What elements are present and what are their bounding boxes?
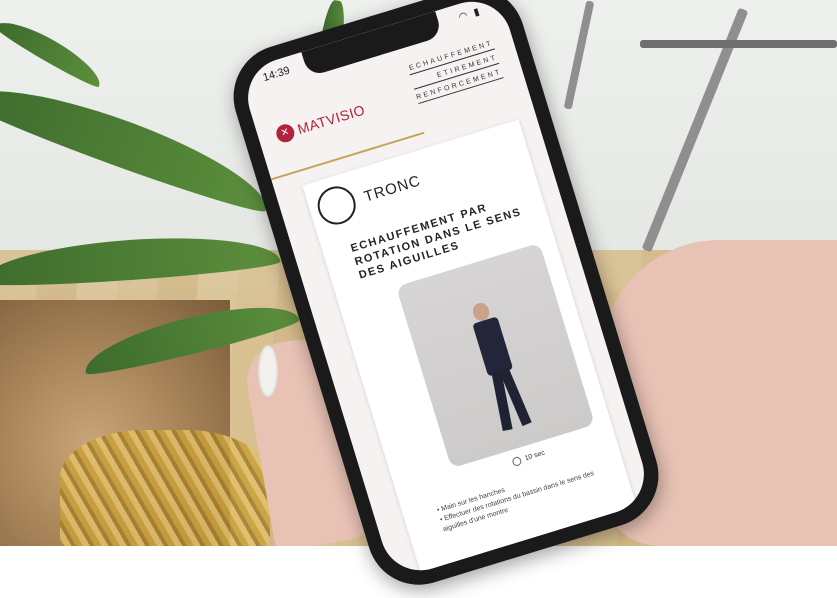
chair-rail — [640, 40, 837, 48]
duration: 10 sec — [511, 449, 546, 468]
section-title: TRONC — [361, 171, 423, 206]
logo-icon: ✕ — [274, 122, 297, 145]
top-nav: ECHAUFFEMENT ETIREMENT RENFORCEMENT — [406, 39, 505, 109]
clock-icon — [511, 455, 523, 468]
logo[interactable]: ✕ MATVISIO — [274, 100, 367, 145]
logo-text: MATVISIO — [295, 101, 367, 138]
battery-icon: ▮ — [472, 5, 483, 19]
duration-text: 10 sec — [523, 449, 546, 463]
thumb-nail — [258, 345, 278, 397]
status-icons: ◠ ▮ — [458, 6, 483, 23]
basket-fringe — [60, 430, 270, 546]
exercise-photo[interactable] — [396, 242, 596, 469]
section-header: TRONC — [312, 162, 426, 230]
circle-icon — [312, 181, 361, 230]
wifi-icon: ◠ — [457, 9, 472, 24]
status-time: 14:39 — [261, 64, 292, 85]
